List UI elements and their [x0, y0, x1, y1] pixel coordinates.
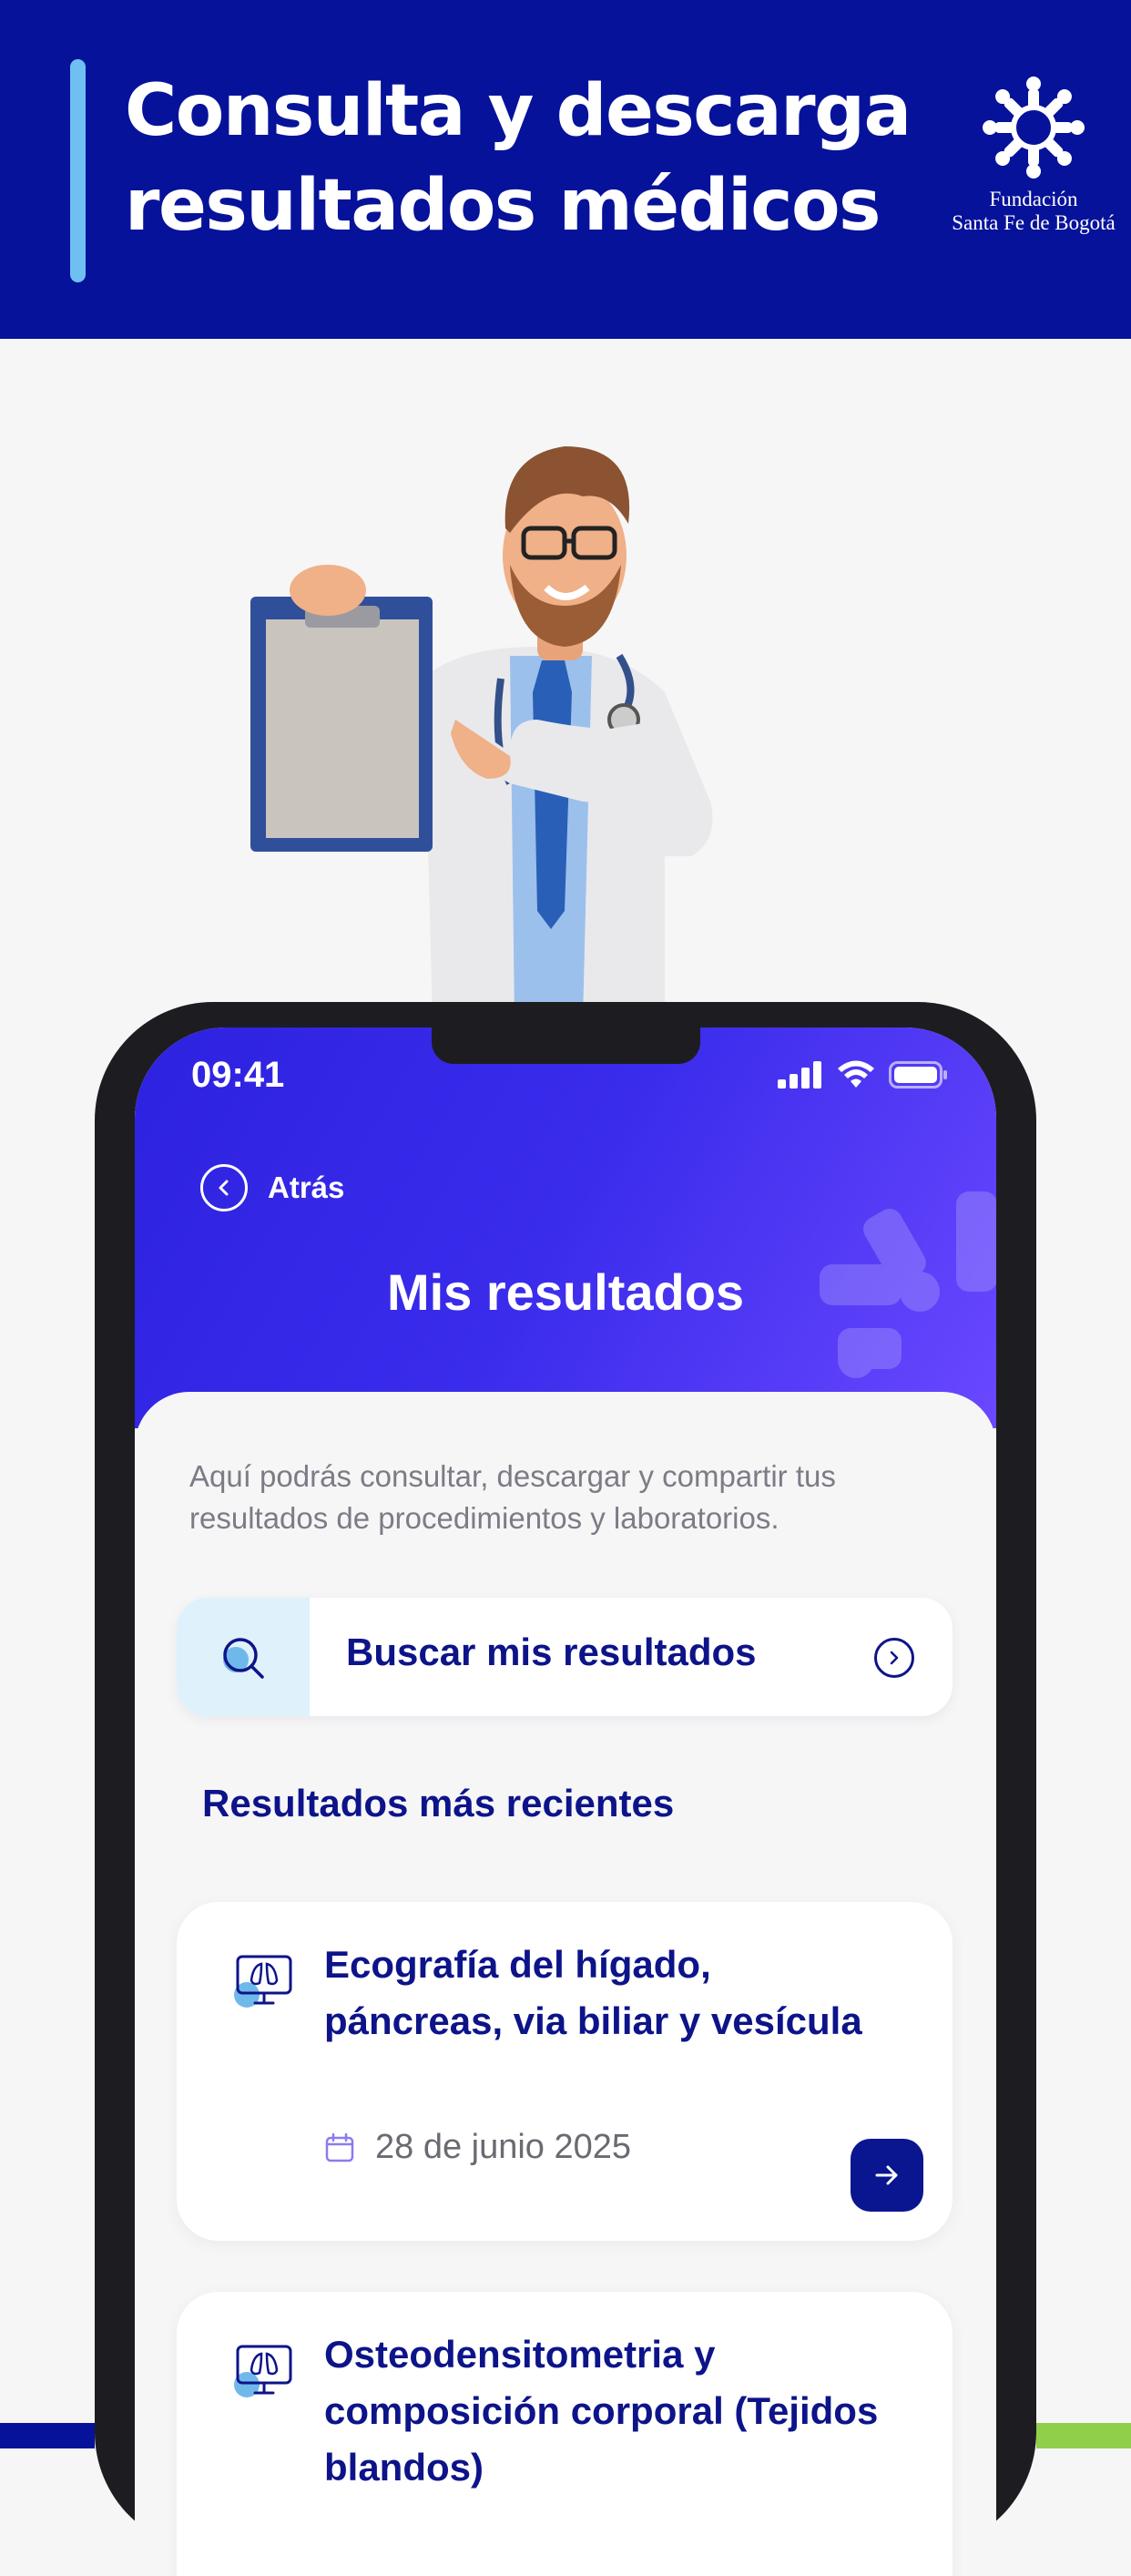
banner-title: Consulta y descarga resultados médicos [125, 70, 912, 247]
back-label: Atrás [268, 1170, 345, 1204]
calendar-icon [325, 2132, 354, 2162]
chevron-left-icon [200, 1164, 248, 1211]
chevron-right-icon [874, 1638, 914, 1678]
search-results-button[interactable]: Buscar mis resultados [177, 1598, 953, 1716]
status-icons [778, 1060, 949, 1089]
screen-header: 09:41 Atrás Mis resultados [135, 1027, 996, 1428]
monitor-lungs-icon [234, 2345, 292, 2397]
top-banner: Consulta y descarga resultados médicos F… [0, 0, 1131, 339]
content-sheet: Aquí podrás consultar, descargar y compa… [135, 1392, 996, 2576]
brand-logo: Fundación Santa Fe de Bogotá [933, 73, 1131, 255]
foundation-logo-icon [983, 77, 1085, 179]
accent-bar [70, 59, 86, 282]
magnifier-icon [223, 1638, 264, 1679]
result-title: Osteodensitometria y composición corpora… [324, 2333, 879, 2489]
brand-name-line2: Santa Fe de Bogotá [952, 211, 1116, 234]
bottom-strip-left [0, 2423, 95, 2448]
result-date-row: 28 de junio 2025 [324, 2128, 631, 2167]
result-card[interactable]: Ecografía del hígado, páncreas, via bili… [177, 1902, 953, 2241]
brand-name-line1: Fundación [989, 188, 1078, 210]
open-result-button[interactable] [851, 2139, 923, 2212]
intro-text: Aquí podrás consultar, descargar y compa… [189, 1459, 836, 1535]
logo-watermark-icon [820, 1191, 996, 1378]
doctor-mascot-illustration [250, 446, 713, 1020]
arrow-right-icon [875, 2165, 898, 2185]
search-icon-box [177, 1598, 310, 1716]
section-title: Resultados más recientes [202, 1782, 675, 1825]
search-label: Buscar mis resultados [346, 1630, 757, 1673]
monitor-lungs-icon [234, 1955, 292, 2008]
result-card[interactable]: Osteodensitometria y composición corpora… [177, 2292, 953, 2576]
phone-screen: 09:41 Atrás Mis resultados Aquí podrás c… [135, 1027, 996, 2576]
status-time: 09:41 [191, 1055, 285, 1095]
phone-notch [432, 1026, 700, 1064]
wifi-icon [838, 1060, 874, 1088]
phone-mockup: 09:41 Atrás Mis resultados Aquí podrás c… [95, 1002, 1036, 2576]
result-date: 28 de junio 2025 [375, 2128, 632, 2166]
result-title: Ecografía del hígado, páncreas, via bili… [324, 1943, 862, 2042]
bottom-strip-right [1036, 2423, 1131, 2448]
battery-icon [889, 1061, 947, 1089]
signal-icon [778, 1061, 821, 1089]
back-button[interactable]: Atrás [200, 1164, 344, 1211]
